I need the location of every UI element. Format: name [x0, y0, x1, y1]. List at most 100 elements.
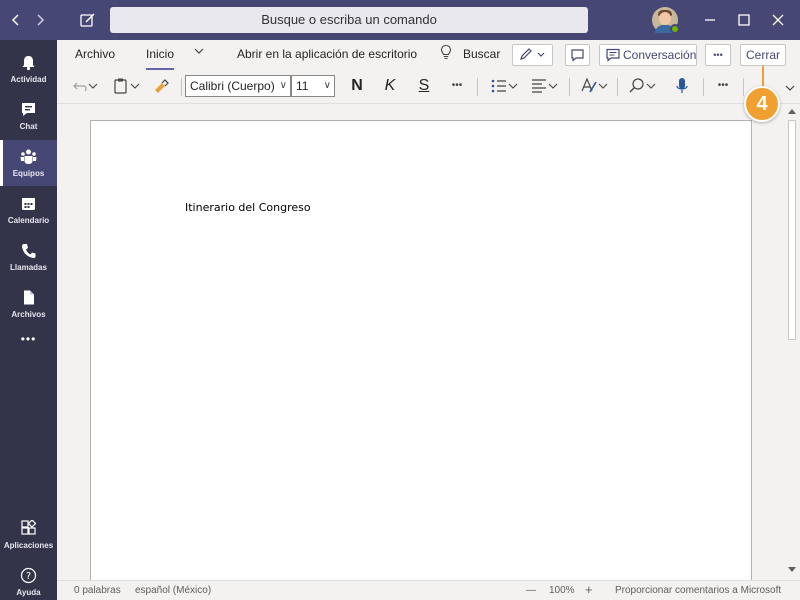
search-tab[interactable]: Buscar — [463, 46, 500, 66]
more-apps-icon[interactable]: ••• — [0, 332, 57, 346]
step-callout-badge: 4 — [744, 86, 780, 122]
rail-label: Archivos — [11, 310, 46, 319]
align-icon[interactable] — [529, 76, 549, 96]
file-icon — [24, 290, 34, 305]
lightbulb-icon — [439, 44, 453, 64]
bold-button[interactable]: N — [347, 76, 367, 96]
conversation-label: Conversación — [623, 48, 697, 62]
phone-icon — [22, 244, 36, 258]
rail-label: Equipos — [12, 169, 45, 178]
styles-icon[interactable] — [579, 76, 599, 96]
tab-inicio[interactable]: Inicio — [146, 46, 175, 70]
zoom-level[interactable]: 100% — [549, 585, 575, 596]
document-page[interactable]: Itinerario del Congreso — [90, 120, 752, 590]
conversation-icon — [606, 48, 620, 62]
ribbon-toolbar: Calibri (Cuerpo) ∨ 11 ∨ N K S ••• ••• — [57, 70, 800, 104]
divider — [477, 78, 478, 96]
rail-item-chat[interactable]: Chat — [0, 93, 57, 139]
calendar-icon — [22, 198, 35, 210]
zoom-in-button[interactable]: + — [585, 582, 593, 597]
ribbon-expand-chevron-icon[interactable] — [783, 80, 797, 100]
format-painter-icon[interactable] — [151, 76, 171, 96]
divider — [181, 78, 182, 96]
rail-item-calendario[interactable]: Calendario — [0, 187, 57, 233]
more-font-options-icon[interactable]: ••• — [447, 76, 467, 96]
feedback-link[interactable]: Proporcionar comentarios a Microsoft — [615, 585, 781, 596]
minimize-icon[interactable] — [700, 10, 720, 30]
scroll-up-icon[interactable] — [787, 107, 797, 115]
rail-label: Chat — [19, 122, 38, 131]
editing-mode-button[interactable] — [512, 44, 553, 66]
document-text[interactable]: Itinerario del Congreso — [185, 201, 311, 214]
undo-chevron-icon[interactable] — [87, 76, 99, 96]
tab-archivo[interactable]: Archivo — [75, 46, 115, 66]
rail-item-equipos[interactable]: Equipos — [0, 140, 57, 186]
divider — [743, 78, 744, 96]
teams-icon — [20, 149, 37, 164]
rail-item-archivos[interactable]: Archivos — [0, 281, 57, 327]
app-rail: Actividad Chat Equipos Calendario Llamad… — [0, 40, 57, 600]
avatar[interactable] — [652, 7, 680, 34]
comment-icon — [571, 49, 584, 62]
ribbon-collapse-chevron-icon[interactable] — [193, 44, 205, 64]
chevron-down-icon: ∨ — [323, 80, 331, 91]
vertical-scrollbar[interactable] — [784, 104, 800, 580]
help-icon: ? — [20, 567, 37, 584]
document-area: Itinerario del Congreso — [57, 104, 784, 590]
divider — [703, 78, 704, 96]
bell-icon — [22, 56, 35, 71]
close-window-icon[interactable] — [768, 10, 788, 30]
callout-pointer — [762, 66, 764, 88]
language-indicator[interactable]: español (México) — [135, 585, 211, 596]
paste-icon[interactable] — [111, 76, 131, 96]
compose-icon[interactable] — [78, 10, 98, 30]
word-count: 0 palabras — [74, 585, 121, 596]
bullets-icon[interactable] — [489, 76, 509, 96]
rail-item-ayuda[interactable]: ? Ayuda — [0, 559, 57, 600]
italic-button[interactable]: K — [380, 76, 400, 96]
close-button[interactable]: Cerrar — [740, 44, 786, 66]
rail-label: Actividad — [10, 75, 47, 84]
styles-chevron-icon[interactable] — [597, 76, 609, 96]
more-options-button[interactable]: ••• — [705, 44, 731, 66]
ribbon-tabs: Archivo Inicio Abrir en la aplicación de… — [57, 40, 800, 70]
divider — [617, 78, 618, 96]
font-name-dropdown[interactable]: Calibri (Cuerpo) ∨ — [185, 75, 291, 97]
back-icon[interactable] — [6, 10, 26, 30]
font-size-dropdown[interactable]: 11 ∨ — [291, 75, 335, 97]
scroll-down-icon[interactable] — [787, 566, 797, 574]
rail-label: Llamadas — [10, 263, 47, 272]
search-input[interactable]: Busque o escriba un comando — [110, 7, 588, 33]
svg-text:?: ? — [26, 571, 31, 582]
chat-icon — [22, 103, 35, 116]
conversation-button[interactable]: Conversación — [599, 44, 697, 66]
find-chevron-icon[interactable] — [645, 76, 657, 96]
scrollbar-thumb[interactable] — [788, 120, 796, 340]
paste-chevron-icon[interactable] — [129, 76, 141, 96]
pencil-icon — [520, 48, 545, 60]
chevron-down-icon: ∨ — [279, 80, 287, 91]
zoom-out-button[interactable]: — — [526, 585, 536, 596]
dictate-icon[interactable] — [672, 76, 692, 96]
align-chevron-icon[interactable] — [547, 76, 559, 96]
comments-button[interactable] — [565, 44, 590, 66]
rail-item-actividad[interactable]: Actividad — [0, 46, 57, 92]
status-available-icon — [670, 24, 680, 34]
bullets-chevron-icon[interactable] — [507, 76, 519, 96]
status-bar: 0 palabras español (México) — 100% + Pro… — [57, 580, 800, 600]
title-bar: Busque o escriba un comando — [0, 0, 800, 40]
maximize-icon[interactable] — [734, 10, 754, 30]
more-toolbar-options-icon[interactable]: ••• — [713, 76, 733, 96]
apps-icon — [21, 520, 37, 535]
rail-item-aplicaciones[interactable]: Aplicaciones — [0, 512, 57, 558]
open-desktop-app-button[interactable]: Abrir en la aplicación de escritorio — [237, 46, 417, 66]
forward-icon[interactable] — [30, 10, 50, 30]
rail-item-llamadas[interactable]: Llamadas — [0, 234, 57, 280]
underline-button[interactable]: S — [414, 76, 434, 96]
find-icon[interactable] — [627, 76, 647, 96]
font-size-value: 11 — [296, 79, 309, 93]
rail-label: Aplicaciones — [3, 541, 54, 550]
rail-label: Ayuda — [16, 588, 41, 597]
font-name-value: Calibri (Cuerpo) — [190, 79, 275, 93]
divider — [569, 78, 570, 96]
